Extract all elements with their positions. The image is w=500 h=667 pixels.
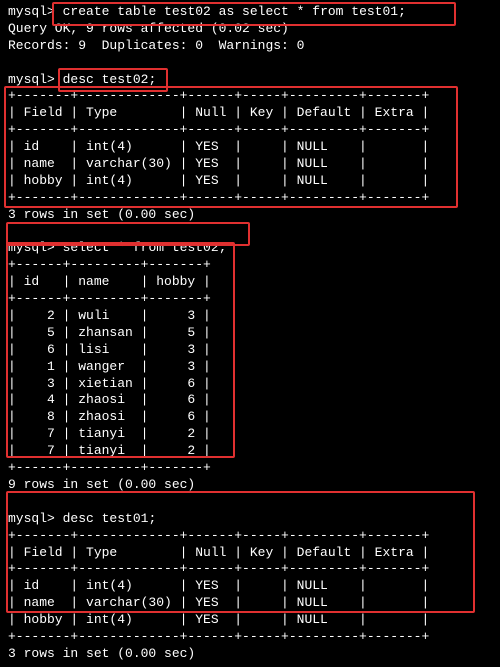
prompt-line[interactable]: mysql> create table test02 as select * f… (8, 4, 492, 21)
table-row: | hobby | int(4) | YES | | NULL | | (8, 173, 492, 190)
blank-line (8, 224, 492, 241)
table-border: +-------+-------------+------+-----+----… (8, 528, 492, 545)
prompt: mysql> (8, 240, 55, 255)
table-row: | 7 | tianyi | 2 | (8, 426, 492, 443)
table-border: +------+---------+-------+ (8, 257, 492, 274)
result-line: 9 rows in set (0.00 sec) (8, 477, 492, 494)
prompt-line[interactable]: mysql> desc test02; (8, 72, 492, 89)
table-row: | 4 | zhaosi | 6 | (8, 392, 492, 409)
prompt: mysql> (8, 72, 55, 87)
result-line: 3 rows in set (0.00 sec) (8, 646, 492, 663)
table-border: +-------+-------------+------+-----+----… (8, 88, 492, 105)
table-row: | 3 | xietian | 6 | (8, 376, 492, 393)
command: select * from test02; (63, 240, 227, 255)
blank-line (8, 55, 492, 72)
table-border: +-------+-------------+------+-----+----… (8, 629, 492, 646)
table-row: | 6 | lisi | 3 | (8, 342, 492, 359)
table-row: | 2 | wuli | 3 | (8, 308, 492, 325)
result-line: 3 rows in set (0.00 sec) (8, 207, 492, 224)
prompt-line[interactable]: mysql> desc test01; (8, 511, 492, 528)
command: desc test02; (63, 72, 157, 87)
table-row: | 1 | wanger | 3 | (8, 359, 492, 376)
table-border: +-------+-------------+------+-----+----… (8, 561, 492, 578)
blank-line (8, 494, 492, 511)
table-row: | id | int(4) | YES | | NULL | | (8, 578, 492, 595)
table-border: +-------+-------------+------+-----+----… (8, 122, 492, 139)
table-header: | Field | Type | Null | Key | Default | … (8, 545, 492, 562)
table-row: | name | varchar(30) | YES | | NULL | | (8, 156, 492, 173)
result-line: Records: 9 Duplicates: 0 Warnings: 0 (8, 38, 492, 55)
table-header: | id | name | hobby | (8, 274, 492, 291)
result-line: Query OK, 9 rows affected (0.02 sec) (8, 21, 492, 38)
table-border: +------+---------+-------+ (8, 291, 492, 308)
table-row: | 7 | tianyi | 2 | (8, 443, 492, 460)
prompt-line[interactable]: mysql> select * from test02; (8, 240, 492, 257)
table-border: +------+---------+-------+ (8, 460, 492, 477)
prompt: mysql> (8, 4, 55, 19)
table-row: | 8 | zhaosi | 6 | (8, 409, 492, 426)
command: create table test02 as select * from tes… (63, 4, 406, 19)
table-border: +-------+-------------+------+-----+----… (8, 190, 492, 207)
terminal-output: mysql> create table test02 as select * f… (0, 0, 500, 667)
command: desc test01; (63, 511, 157, 526)
table-row: | 5 | zhansan | 5 | (8, 325, 492, 342)
prompt: mysql> (8, 511, 55, 526)
table-header: | Field | Type | Null | Key | Default | … (8, 105, 492, 122)
table-row: | name | varchar(30) | YES | | NULL | | (8, 595, 492, 612)
table-row: | id | int(4) | YES | | NULL | | (8, 139, 492, 156)
